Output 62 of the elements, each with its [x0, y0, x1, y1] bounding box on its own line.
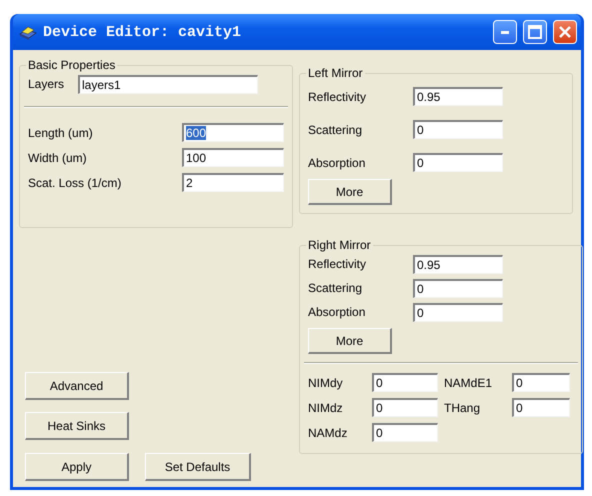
- field-value: 0: [376, 401, 383, 415]
- input-field[interactable]: 2: [182, 173, 284, 192]
- maximize-button[interactable]: [523, 20, 547, 44]
- minimize-button[interactable]: [493, 20, 517, 44]
- field-label: Width (um): [28, 150, 88, 164]
- input-field[interactable]: 0.95: [413, 87, 503, 106]
- field-label: NIMdz: [308, 400, 344, 414]
- field-label: NAMdE1: [444, 376, 494, 390]
- field-label: Absorption: [308, 156, 366, 170]
- field-value: 0.95: [417, 258, 440, 272]
- field-label: THang: [444, 400, 482, 414]
- field-label: NIMdy: [308, 376, 344, 390]
- set-defaults-button[interactable]: Set Defaults: [145, 453, 251, 481]
- input-field[interactable]: 0: [372, 373, 438, 392]
- field-label: Reflectivity: [308, 257, 368, 271]
- input-field[interactable]: 0.95: [413, 254, 503, 274]
- input-field[interactable]: 0: [372, 398, 438, 417]
- field-value: 0: [376, 376, 383, 390]
- input-field[interactable]: 0: [372, 423, 438, 442]
- input-field[interactable]: 600: [182, 123, 284, 142]
- close-button[interactable]: [553, 20, 577, 44]
- field-label: Scat. Loss (1/cm): [28, 176, 122, 190]
- maximize-icon: [528, 25, 542, 39]
- input-field[interactable]: 0: [413, 302, 503, 322]
- close-icon: [558, 25, 572, 39]
- field-value: 0: [516, 401, 523, 415]
- input-field[interactable]: 0: [512, 398, 570, 417]
- field-label: NAMdz: [308, 426, 348, 440]
- input-field[interactable]: 0: [413, 278, 503, 298]
- window-title: Device Editor: cavity1: [43, 24, 242, 40]
- field-value: 600: [186, 126, 206, 140]
- field-value: 0: [516, 376, 523, 390]
- minimize-icon: [501, 30, 509, 34]
- input-field[interactable]: 0: [413, 153, 503, 172]
- field-value: 0: [417, 156, 424, 170]
- field-label: Reflectivity: [308, 90, 368, 104]
- field-value: 0: [417, 123, 424, 137]
- field-label: Layers: [28, 77, 66, 91]
- device-icon: [19, 24, 37, 40]
- field-value: layers1: [82, 78, 121, 92]
- field-value: 100: [186, 151, 206, 165]
- group-title: Basic Properties: [27, 58, 116, 72]
- apply-button[interactable]: Apply: [25, 453, 129, 481]
- input-field[interactable]: 0: [512, 373, 570, 392]
- field-value: 2: [186, 176, 193, 190]
- advanced-button[interactable]: Advanced: [25, 372, 129, 400]
- input-field[interactable]: 100: [182, 148, 284, 167]
- field-label: Absorption: [308, 305, 366, 319]
- heat-sinks-button[interactable]: Heat Sinks: [25, 412, 129, 440]
- input-field[interactable]: 0: [413, 120, 503, 139]
- field-value: 0: [376, 426, 383, 440]
- field-value: 0: [417, 306, 424, 320]
- more-button[interactable]: More: [308, 328, 392, 354]
- group-title: Right Mirror: [307, 238, 372, 252]
- field-value: 0: [417, 282, 424, 296]
- group-title: Left Mirror: [307, 66, 364, 80]
- field-value: 0.95: [417, 90, 440, 104]
- field-label: Scattering: [308, 281, 364, 295]
- field-label: Scattering: [308, 122, 364, 136]
- more-button[interactable]: More: [308, 179, 392, 205]
- input-field[interactable]: layers1: [78, 74, 258, 94]
- field-label: Length (um): [28, 126, 94, 140]
